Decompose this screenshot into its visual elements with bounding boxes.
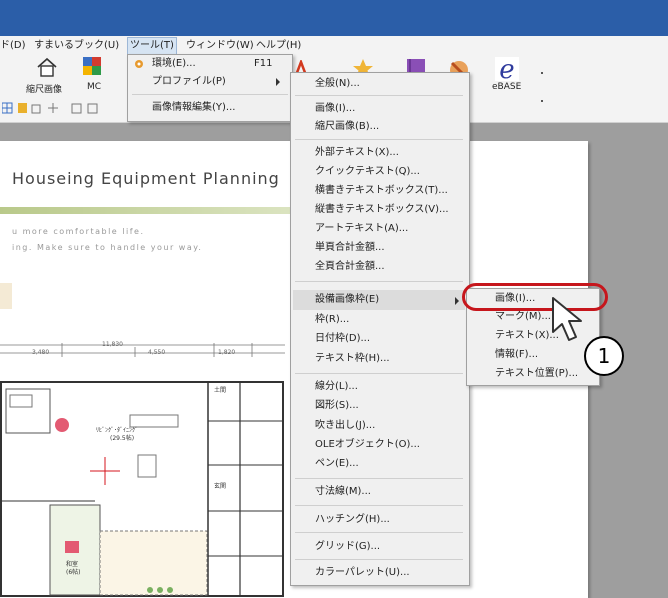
profile-item-frame[interactable]: 枠(R)...	[315, 311, 349, 329]
dim-label-1: 3,480	[32, 349, 50, 356]
menu-item-window[interactable]: ウィンドウ(W)	[186, 39, 254, 53]
menu-item-view[interactable]: ド(D)	[0, 39, 26, 53]
dim-label-3: 4,550	[148, 349, 166, 356]
mc-icon[interactable]	[82, 56, 102, 78]
profile-item-grid[interactable]: グリッド(G)...	[315, 538, 380, 556]
equipment-item-info[interactable]: 情報(F)...	[495, 346, 538, 364]
tools-menu-profile[interactable]: プロファイル(P)	[152, 73, 290, 91]
profile-item-page-total[interactable]: 単頁合計金額...	[315, 239, 385, 257]
floor-plan: ﾘﾋﾞﾝｸﾞ･ﾀﾞｲﾆﾝｸﾞ (29.5帖) 土間 和室 (6帖) 玄関	[0, 381, 285, 598]
room-label-genkan: 玄関	[214, 483, 227, 490]
menu-separator	[132, 94, 288, 95]
color-tag	[0, 283, 12, 309]
menu-item-help[interactable]: ヘルプ(H)	[256, 39, 301, 53]
gear-icon	[135, 60, 143, 68]
menu-separator	[295, 95, 463, 96]
profile-item-balloon[interactable]: 吹き出し(J)...	[315, 417, 375, 435]
document-subtitle-1: u more comfortable life.	[12, 227, 145, 236]
profile-item-horizontal-textbox[interactable]: 横書きテキストボックス(T)...	[315, 182, 448, 200]
equipment-item-text-position[interactable]: テキスト位置(P)...	[495, 365, 578, 383]
profile-item-image[interactable]: 画像(I)...	[315, 100, 355, 118]
menu-separator	[295, 281, 463, 282]
room-label-washitsu-size: (6帖)	[66, 569, 81, 576]
profile-item-date-frame[interactable]: 日付枠(D)...	[315, 330, 370, 348]
cursor-arrow-icon	[552, 297, 582, 341]
dim-label-2: 11,830	[102, 341, 123, 348]
profile-item-vertical-textbox[interactable]: 縦書きテキストボックス(V)...	[315, 201, 449, 219]
profile-item-quick-text[interactable]: クイックテキスト(Q)...	[315, 163, 420, 181]
menu-separator	[295, 559, 463, 560]
menu-item-smile-book[interactable]: すまいるブック(U)	[34, 39, 119, 53]
profile-submenu: 全般(N)... 画像(I)... 縮尺画像(B)... 外部テキスト(X)..…	[290, 72, 470, 586]
house-icon[interactable]	[36, 56, 58, 78]
menu-separator	[295, 139, 463, 140]
submenu-arrow-icon	[276, 78, 280, 86]
ebase-label: eBASE	[492, 82, 522, 92]
tools-menu-environment-shortcut: F11	[254, 58, 273, 69]
mc-label: MC	[87, 82, 102, 92]
room-label-doma: 土間	[214, 387, 227, 394]
profile-item-text-frame[interactable]: テキスト枠(H)...	[315, 350, 390, 368]
profile-item-all-pages-total[interactable]: 全頁合計金額...	[315, 258, 385, 276]
profile-item-line[interactable]: 線分(L)...	[315, 378, 358, 396]
menu-bar: ド(D) すまいるブック(U) ツール(T) ウィンドウ(W) ヘルプ(H)	[0, 36, 668, 56]
title-bar	[0, 0, 668, 36]
floor-plan-drawing	[0, 381, 284, 597]
profile-item-color-palette[interactable]: カラーパレット(U)...	[315, 564, 410, 582]
document-title: Houseing Equipment Planning	[12, 169, 280, 188]
menu-separator	[295, 373, 463, 374]
profile-item-general[interactable]: 全般(N)...	[315, 75, 360, 93]
profile-item-pen[interactable]: ペン(E)...	[315, 455, 359, 473]
ebase-icon[interactable]: e	[494, 56, 520, 82]
tools-menu-environment[interactable]: 環境(E)...	[152, 55, 196, 73]
profile-item-dimension-line[interactable]: 寸法線(M)...	[315, 483, 371, 501]
room-label-living-size: (29.5帖)	[110, 435, 135, 442]
submenu-arrow-icon	[455, 297, 459, 305]
dim-label-4: 1,820	[218, 349, 236, 356]
menu-separator	[295, 505, 463, 506]
shukushaku-label: 縮尺画像	[26, 85, 63, 95]
profile-item-external-text[interactable]: 外部テキスト(X)...	[315, 144, 399, 162]
profile-item-hatching[interactable]: ハッチング(H)...	[315, 511, 390, 529]
profile-item-scaled-image[interactable]: 縮尺画像(B)...	[315, 118, 379, 136]
profile-item-equipment-image-frame[interactable]: 設備画像枠(E)	[315, 291, 379, 309]
profile-item-shape[interactable]: 図形(S)...	[315, 397, 359, 415]
ribbon-expand-icon[interactable]	[539, 72, 547, 112]
menu-separator	[295, 532, 463, 533]
profile-item-art-text[interactable]: アートテキスト(A)...	[315, 220, 408, 238]
document-subtitle-2: ing. Make sure to handle your way.	[12, 243, 203, 252]
tools-menu-image-info-edit[interactable]: 画像情報編集(Y)...	[152, 99, 235, 117]
small-tools-row[interactable]	[2, 102, 142, 116]
menu-separator	[295, 478, 463, 479]
tools-menu: 環境(E)... F11 プロファイル(P) 画像情報編集(Y)...	[127, 54, 293, 122]
step-number-badge: 1	[584, 336, 624, 376]
profile-item-ole-object[interactable]: OLEオブジェクト(O)...	[315, 436, 420, 454]
menu-item-tools[interactable]: ツール(T)	[127, 37, 177, 55]
svg-text:e: e	[499, 56, 514, 82]
